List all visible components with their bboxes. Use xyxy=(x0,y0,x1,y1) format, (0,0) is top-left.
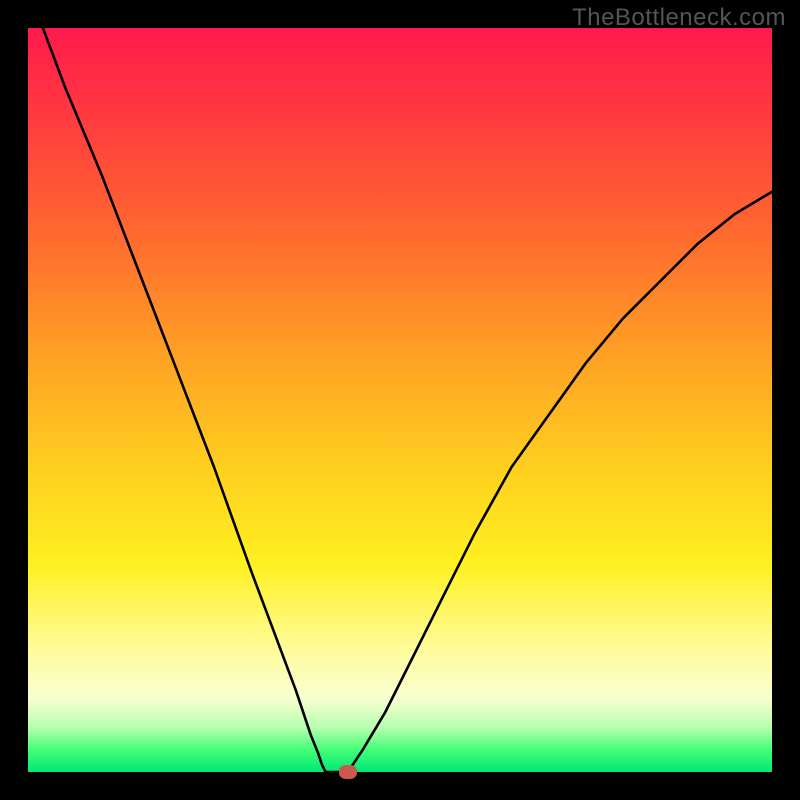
plot-area xyxy=(28,28,772,772)
watermark-text: TheBottleneck.com xyxy=(572,4,786,32)
bottleneck-curve xyxy=(28,28,772,772)
chart-frame: TheBottleneck.com xyxy=(0,0,800,800)
minimum-marker xyxy=(339,765,357,779)
